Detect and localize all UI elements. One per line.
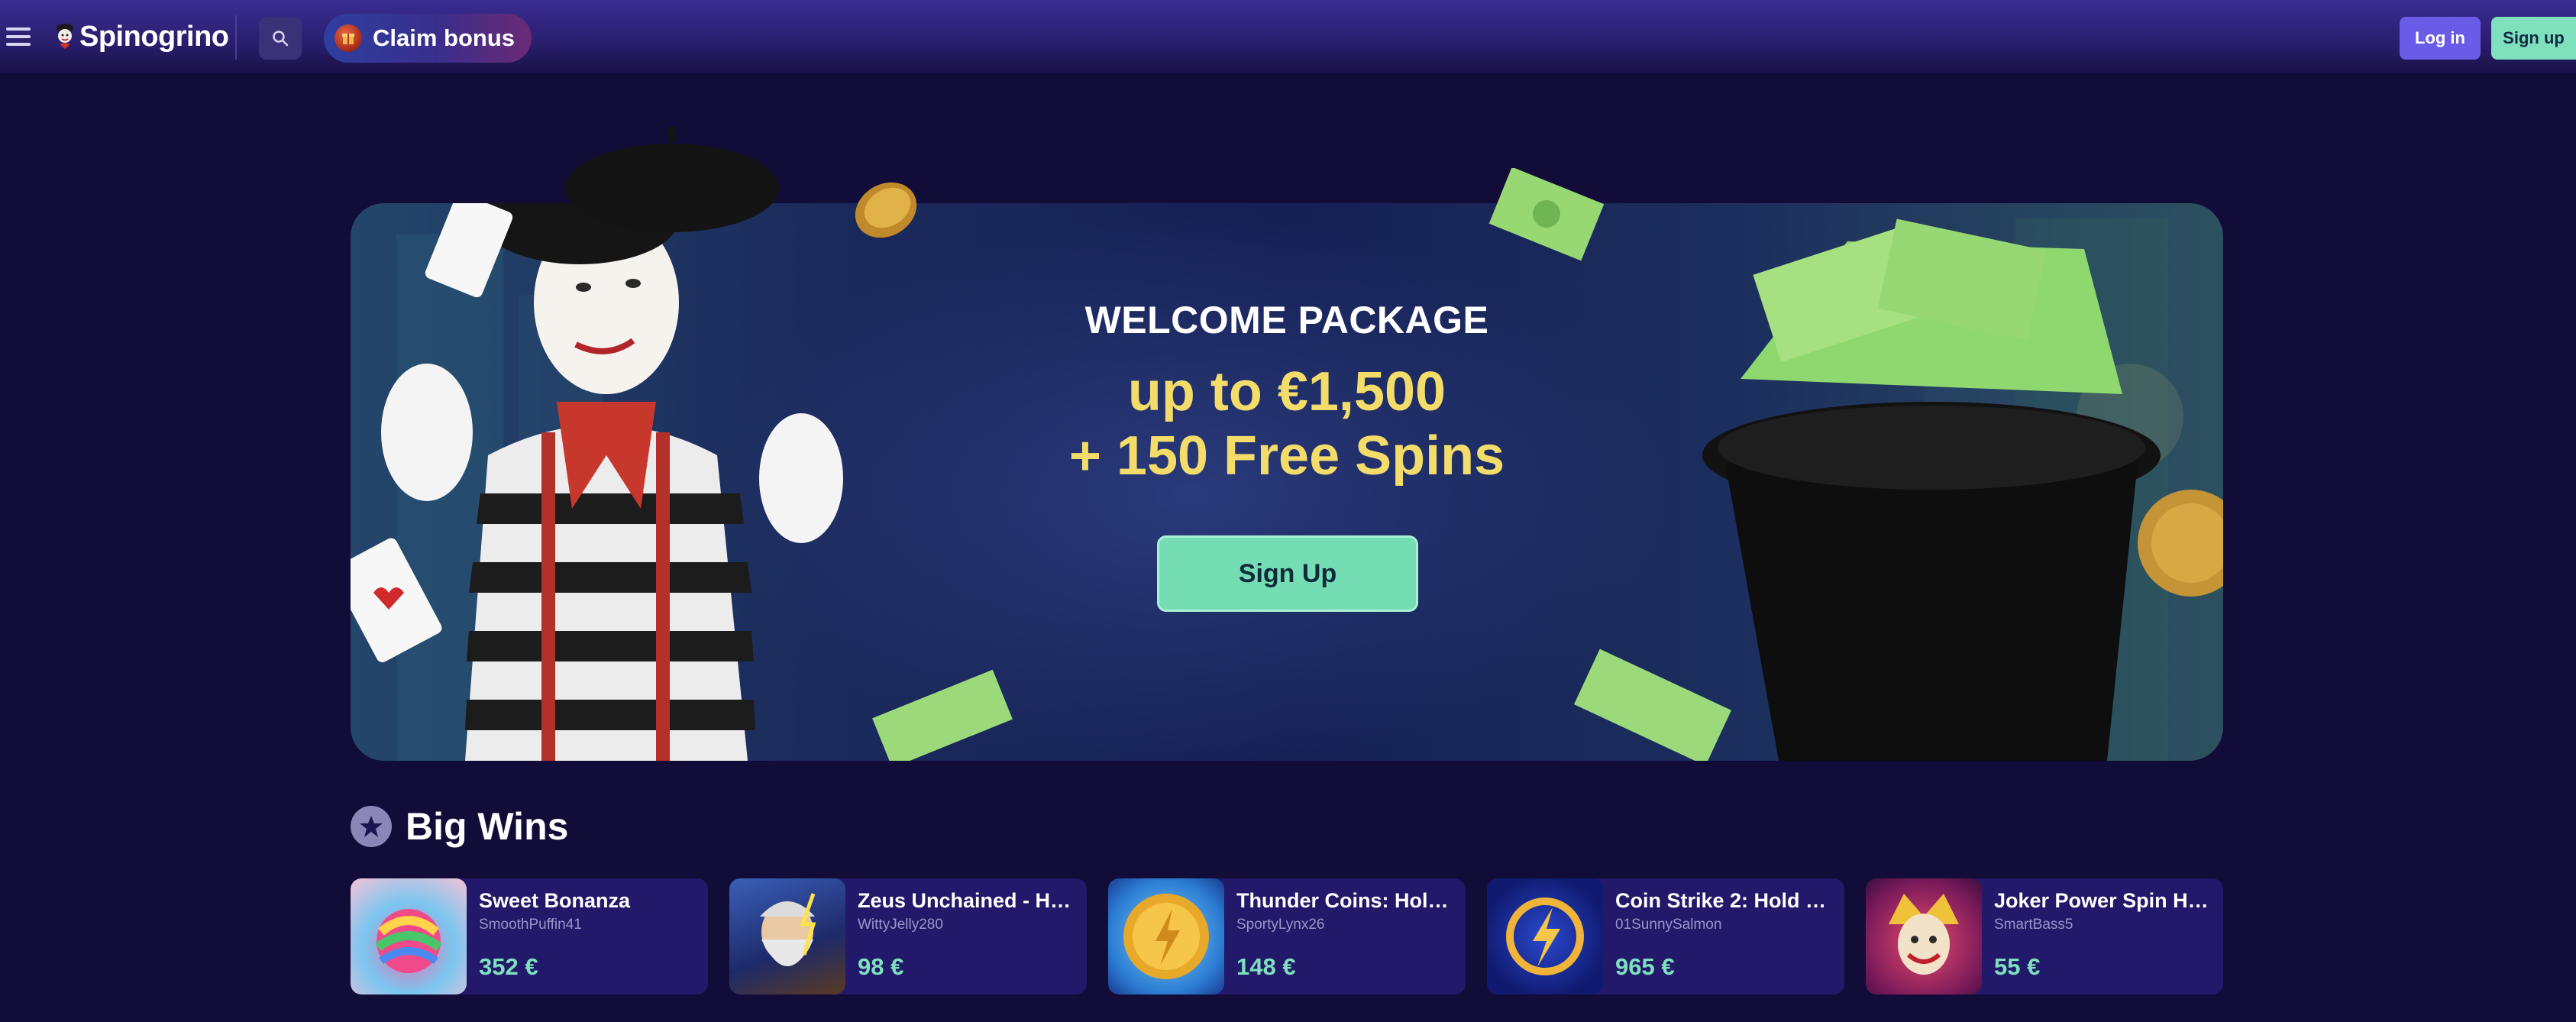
bonus-gift-icon xyxy=(335,24,362,52)
search-icon xyxy=(273,31,289,47)
win-username: SportyLynx26 xyxy=(1236,917,1325,933)
hamburger-menu-icon[interactable] xyxy=(5,24,32,50)
flying-banknote-icon xyxy=(1488,168,1605,261)
big-wins-list: Sweet Bonanza SmoothPuffin41 352 € Zeus … xyxy=(351,878,2223,995)
thunder-coins-thumbnail xyxy=(1108,878,1224,995)
header-divider xyxy=(235,15,237,60)
win-game-name: Joker Power Spin Hol... xyxy=(1994,889,2216,912)
win-game-name: Coin Strike 2: Hold an... xyxy=(1615,889,1837,912)
welcome-banner[interactable]: WELCOME PACKAGE up to €1,500 + 150 Free … xyxy=(351,203,2223,761)
hero-free-spins: + 150 Free Spins xyxy=(1068,425,1505,487)
search-button[interactable] xyxy=(259,17,302,60)
star-badge-icon xyxy=(351,806,392,847)
big-win-card[interactable]: Sweet Bonanza SmoothPuffin41 352 € xyxy=(351,878,708,995)
win-amount: 148 € xyxy=(1236,953,1296,980)
logo-mascot-icon xyxy=(53,21,76,52)
big-win-card[interactable]: Joker Power Spin Hol... SmartBass5 55 € xyxy=(1866,878,2223,995)
big-wins-title: Big Wins xyxy=(406,805,569,848)
big-win-card[interactable]: Coin Strike 2: Hold an... 01SunnySalmon … xyxy=(1487,878,1844,995)
win-amount: 352 € xyxy=(479,953,538,980)
win-amount: 965 € xyxy=(1615,953,1675,980)
win-game-name: Zeus Unchained - Hol... xyxy=(858,889,1079,912)
win-username: SmartBass5 xyxy=(1994,917,2073,933)
sweet-bonanza-thumbnail xyxy=(351,878,467,995)
top-header: Spinogrino Claim bonus Log in Sign up xyxy=(0,0,2576,73)
win-game-name: Thunder Coins: Hold ... xyxy=(1236,889,1458,912)
win-amount: 55 € xyxy=(1994,953,2041,980)
hero-signup-button[interactable]: Sign Up xyxy=(1157,535,1418,612)
big-wins-heading: Big Wins xyxy=(351,804,568,849)
win-amount: 98 € xyxy=(858,953,904,980)
claim-bonus-label: Claim bonus xyxy=(373,24,516,51)
win-username: SmoothPuffin41 xyxy=(479,917,582,933)
signup-button[interactable]: Sign up xyxy=(2491,17,2576,60)
hero-eyebrow: WELCOME PACKAGE xyxy=(1084,299,1489,341)
win-username: WittyJelly280 xyxy=(858,917,943,933)
hero-bonus-amount: up to €1,500 xyxy=(1127,361,1446,422)
win-game-name: Sweet Bonanza xyxy=(479,889,631,912)
joker-power-spin-thumbnail xyxy=(1866,878,1982,995)
mime-beret-overlay xyxy=(565,127,779,232)
win-username: 01SunnySalmon xyxy=(1615,917,1722,933)
site-logo[interactable]: Spinogrino xyxy=(53,15,229,58)
gold-coin-icon xyxy=(855,182,917,238)
login-button[interactable]: Log in xyxy=(2400,17,2481,60)
logo-text: Spinogrino xyxy=(79,20,229,53)
big-win-card[interactable]: Thunder Coins: Hold ... SportyLynx26 148… xyxy=(1108,878,1466,995)
claim-bonus-button[interactable]: Claim bonus xyxy=(324,14,532,63)
zeus-unchained-thumbnail xyxy=(729,878,845,995)
big-win-card[interactable]: Zeus Unchained - Hol... WittyJelly280 98… xyxy=(729,878,1087,995)
coin-strike-2-thumbnail xyxy=(1487,878,1603,995)
